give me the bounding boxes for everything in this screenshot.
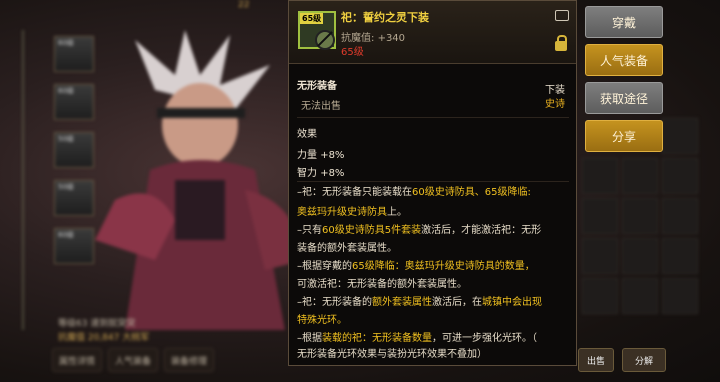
tab-popular[interactable]: 人气装备 <box>108 348 159 372</box>
divider <box>297 117 569 118</box>
desc-line: 奥兹玛升级史诗防具上。 <box>297 203 407 223</box>
wear-button[interactable]: 穿戴 <box>585 6 663 38</box>
sell-button[interactable]: 出售 <box>578 348 614 372</box>
share-icon[interactable] <box>555 10 569 21</box>
sell-status: 无法出售 <box>301 101 341 112</box>
desc-highlight: 奥兹玛升级史诗防具 <box>297 207 387 218</box>
item-level-text: 65级 <box>341 47 364 58</box>
slot-level: 60级 <box>58 87 74 95</box>
share-button[interactable]: 分享 <box>585 120 663 152</box>
desc-text: –根据穿戴的 <box>297 261 352 272</box>
desc-line: 特殊光环。 <box>297 315 347 326</box>
stat-name: 智力 <box>297 168 317 179</box>
inventory-cell[interactable] <box>622 278 658 314</box>
tooltip-header: 65级 祀：誓约之灵下装 抗魔值: +340 65级 <box>289 1 576 64</box>
desc-highlight: 65级降临：奥兹玛升级史诗防具的数量， <box>352 261 535 272</box>
desc-text: –祀：无形装备只能装载在 <box>297 187 412 198</box>
inventory-cell[interactable] <box>622 158 658 194</box>
inventory-cell[interactable] <box>622 198 658 234</box>
ban-icon <box>315 30 335 50</box>
desc-line: –根据穿戴的65级降临：奥兹玛升级史诗防具的数量， <box>297 257 535 277</box>
equip-slot[interactable]: 50级 <box>54 180 94 216</box>
magic-resist-value: +340 <box>377 33 406 44</box>
disassemble-label: 分解 <box>634 356 653 367</box>
item-tooltip: 65级 祀：誓约之灵下装 抗魔值: +340 65级 无形装备 下装 无法出售 … <box>288 0 577 366</box>
stat-strength: 力量 +8% <box>297 146 344 161</box>
game-screen: 60级 60级 50级 50级 60级 等级63 速到就突突 抗魔值 20,84… <box>0 0 720 382</box>
inventory-cell[interactable] <box>662 158 698 194</box>
desc-line: 无形装备光环效果与装扮光环效果不叠加） <box>297 349 487 360</box>
desc-highlight: 装载的祀：无形装备数量 <box>322 333 432 344</box>
share-label: 分享 <box>611 129 636 144</box>
inventory-cell[interactable] <box>582 238 618 274</box>
slot-level: 60级 <box>58 39 74 47</box>
wear-label: 穿戴 <box>611 15 636 30</box>
tab-repair[interactable]: 装备修理 <box>164 348 215 372</box>
inventory-cell[interactable] <box>662 198 698 234</box>
desc-highlight: 60级史诗防具5件套装 <box>322 225 422 236</box>
desc-line: –祀：无形装备只能装载在60级史诗防具、65级降临: <box>297 183 531 203</box>
source-label: 获取途径 <box>599 91 648 106</box>
inventory-cell[interactable] <box>662 278 698 314</box>
inventory-cell[interactable] <box>662 238 698 274</box>
lock-icon[interactable] <box>555 35 567 51</box>
magic-resist-label: 抗魔值: +340 <box>341 29 405 44</box>
desc-line: –祀：无形装备的额外套装属性激活后，在城镇中会出现 <box>297 293 542 313</box>
desc-text: 激活后，在 <box>432 297 482 308</box>
disassemble-button[interactable]: 分解 <box>622 348 666 372</box>
stat-name: 力量 <box>297 150 317 161</box>
stat-intelligence: 智力 +8% <box>297 164 344 179</box>
item-category: 无形装备 <box>297 81 337 92</box>
item-level-badge: 65级 <box>300 13 324 24</box>
equip-slot[interactable]: 60级 <box>54 84 94 120</box>
equip-slot[interactable]: 50级 <box>54 132 94 168</box>
slot-level: 60级 <box>58 231 74 239</box>
divider <box>297 181 569 182</box>
bottom-tabs: 属性详情 人气装备 装备修理 <box>52 348 292 372</box>
inventory-cell[interactable] <box>662 118 698 154</box>
item-name: 祀：誓约之灵下装 <box>341 11 429 24</box>
desc-line: 可激活祀：无形装备的额外套装属性。 <box>297 279 467 290</box>
slot-level: 50级 <box>58 183 74 191</box>
stat-value: +8% <box>320 168 345 179</box>
equip-slot[interactable]: 60级 <box>54 228 94 264</box>
popular-equipment-button[interactable]: 人气装备 <box>585 44 663 76</box>
slot-level: 50级 <box>58 135 74 143</box>
desc-text: –根据 <box>297 333 322 344</box>
inventory-cell[interactable] <box>622 238 658 274</box>
desc-text: ，可进一步强化光环。（ <box>432 333 537 344</box>
desc-text: –祀：无形装备的 <box>297 297 372 308</box>
equipment-frame <box>22 30 58 330</box>
magic-total-text: 抗魔值 20,847 大桃军 <box>58 333 150 343</box>
tab-attributes[interactable]: 属性详情 <box>52 348 103 372</box>
desc-text: 激活后，才能激活祀：无形 <box>421 225 542 236</box>
desc-text: 上。 <box>387 207 407 218</box>
desc-highlight: 城镇中会出现 <box>482 297 542 308</box>
effects-title: 效果 <box>297 129 317 140</box>
desc-line: 装备的额外套装属性。 <box>297 243 397 254</box>
sell-label: 出售 <box>586 356 605 367</box>
desc-highlight: 60级史诗防具、65级降临: <box>412 187 531 198</box>
popular-label: 人气装备 <box>599 53 648 68</box>
desc-line: –只有60级史诗防具5件套装激活后，才能激活祀：无形 <box>297 221 541 241</box>
inventory-cell[interactable] <box>582 278 618 314</box>
item-rarity: 史诗 <box>545 99 565 110</box>
inventory-cell[interactable] <box>582 158 618 194</box>
stat-value: +8% <box>320 150 345 161</box>
item-slot: 下装 <box>545 85 565 96</box>
desc-highlight: 额外套装属性 <box>372 297 432 308</box>
equip-slot[interactable]: 60级 <box>54 36 94 72</box>
desc-text: –只有 <box>297 225 322 236</box>
char-level-text: 等级63 速到就突突 <box>58 319 136 329</box>
obtain-source-button[interactable]: 获取途径 <box>585 82 663 114</box>
item-icon: 65级 <box>298 11 336 50</box>
character-portrait <box>95 30 305 330</box>
top-number: 22 <box>238 0 250 10</box>
inventory-cell[interactable] <box>582 198 618 234</box>
